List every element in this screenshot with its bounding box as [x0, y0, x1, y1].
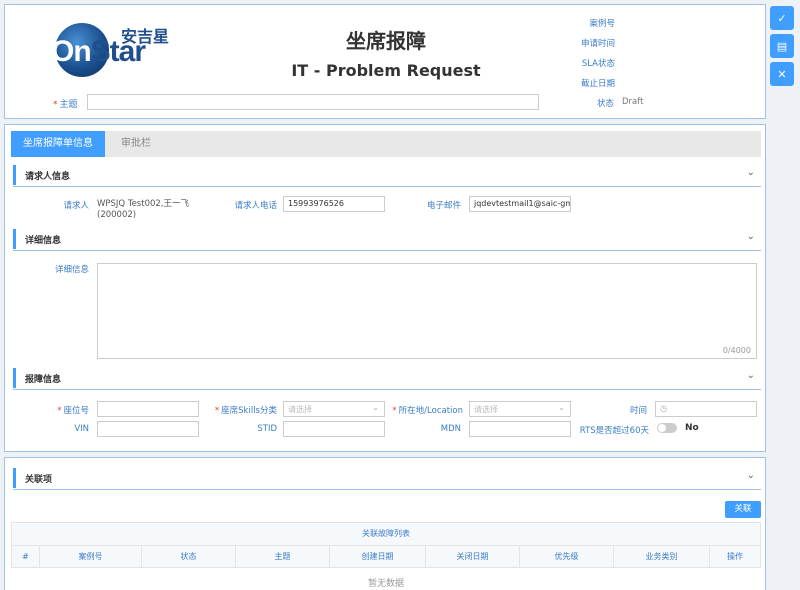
page-title: 坐席报障 [346, 29, 426, 53]
vin-field[interactable] [97, 421, 199, 437]
mdn-label: MDN [440, 424, 461, 434]
subject-input[interactable] [87, 94, 539, 110]
subject-label: * 主题 [53, 100, 78, 110]
col-subject: 主题 [236, 546, 330, 567]
tab-approval[interactable]: 审批栏 [109, 131, 163, 157]
skills-label: * 座席Skills分类 [214, 406, 277, 416]
col-business-category: 业务类别 [614, 546, 710, 567]
email-label: 电子邮件 [426, 201, 461, 211]
header-panel: OnStar 安吉星 坐席报障 IT - Problem Request 案例号… [4, 4, 766, 119]
status-label: 状态 [597, 99, 615, 109]
skills-select[interactable]: 请选择 ⌄ [283, 401, 385, 417]
section-fault[interactable]: 报障信息 ⌄ [13, 366, 761, 390]
chevron-down-icon[interactable]: ⌄ [747, 370, 755, 381]
rts-label: RTS是否超过60天 [579, 426, 649, 436]
close-icon[interactable]: ✕ [770, 62, 794, 86]
meta-deadline: 截止日期 [580, 79, 615, 89]
meta-sla-status: SLA状态 [581, 59, 615, 69]
section-related-title: 关联项 [25, 475, 53, 485]
char-counter: 0/4000 [722, 346, 751, 355]
seat-field[interactable] [97, 401, 199, 417]
stid-label: STID [257, 424, 277, 434]
section-fault-title: 报障信息 [25, 375, 62, 385]
col-action: 操作 [727, 552, 743, 561]
rts-toggle[interactable] [657, 423, 677, 433]
chevron-down-icon: ⌄ [372, 403, 379, 412]
detail-label: 详细信息 [54, 265, 89, 275]
chevron-down-icon: ⌄ [558, 403, 565, 412]
email-field[interactable]: jqdevtestmail1@saic-gm. [469, 196, 571, 212]
chevron-down-icon[interactable]: ⌄ [747, 231, 755, 242]
page-subtitle: IT - Problem Request [291, 61, 481, 80]
requester-phone-label: 请求人电话 [234, 201, 277, 211]
vin-label: VIN [74, 424, 89, 434]
col-priority: 优先级 [520, 546, 614, 567]
related-table-header: # 案例号 状态 主题 创建日期 关闭日期 优先级 业务类别 操作 [11, 546, 761, 568]
rts-toggle-value: No [685, 423, 699, 433]
tab-request-info[interactable]: 坐席报障单信息 [11, 131, 105, 157]
chevron-down-icon[interactable]: ⌄ [747, 470, 755, 481]
requester-phone-field[interactable]: 15993976526 [283, 196, 385, 212]
link-button[interactable]: 关联 [725, 501, 761, 518]
seat-label: * 座位号 [57, 406, 89, 416]
status-value: Draft [622, 97, 644, 107]
empty-state: 暂无数据 [367, 579, 404, 589]
related-table-caption: 关联故障列表 [11, 522, 761, 546]
document-icon[interactable]: ▤ [770, 34, 794, 58]
location-select[interactable]: 请选择 ⌄ [469, 401, 571, 417]
section-requester[interactable]: 请求人信息 ⌄ [13, 163, 761, 187]
meta-case-number: 案例号 [589, 19, 615, 29]
detail-textarea[interactable]: 0/4000 [97, 263, 757, 359]
meta-apply-time: 申请时间 [580, 39, 615, 49]
location-label: * 所在地/Location [392, 406, 463, 416]
col-case-number: 案例号 [40, 546, 142, 567]
time-label: 时间 [629, 406, 647, 416]
col-index: # [12, 546, 40, 567]
section-related[interactable]: 关联项 ⌄ [13, 466, 761, 490]
stid-field[interactable] [283, 421, 385, 437]
col-status: 状态 [142, 546, 236, 567]
col-closed-date: 关闭日期 [426, 546, 520, 567]
main-panel: 坐席报障单信息 审批栏 请求人信息 ⌄ 请求人 WPSJQ Test002,王一… [4, 124, 766, 452]
section-requester-title: 请求人信息 [25, 172, 71, 182]
chevron-down-icon[interactable]: ⌄ [747, 167, 755, 178]
tab-bar: 坐席报障单信息 审批栏 [11, 131, 761, 157]
section-detail[interactable]: 详细信息 ⌄ [13, 227, 761, 251]
requester-value: WPSJQ Test002,王一飞 (200002) [97, 199, 189, 220]
col-created-date: 创建日期 [330, 546, 426, 567]
clock-icon: ◷ [660, 404, 667, 413]
requester-label: 请求人 [63, 201, 89, 211]
related-panel: 关联项 ⌄ 关联 关联故障列表 # 案例号 状态 主题 创建日期 关闭日期 优先… [4, 457, 766, 590]
section-detail-title: 详细信息 [25, 236, 62, 246]
time-picker[interactable]: ◷ [655, 401, 757, 417]
mdn-field[interactable] [469, 421, 571, 437]
check-icon[interactable]: ✓ [770, 6, 794, 30]
